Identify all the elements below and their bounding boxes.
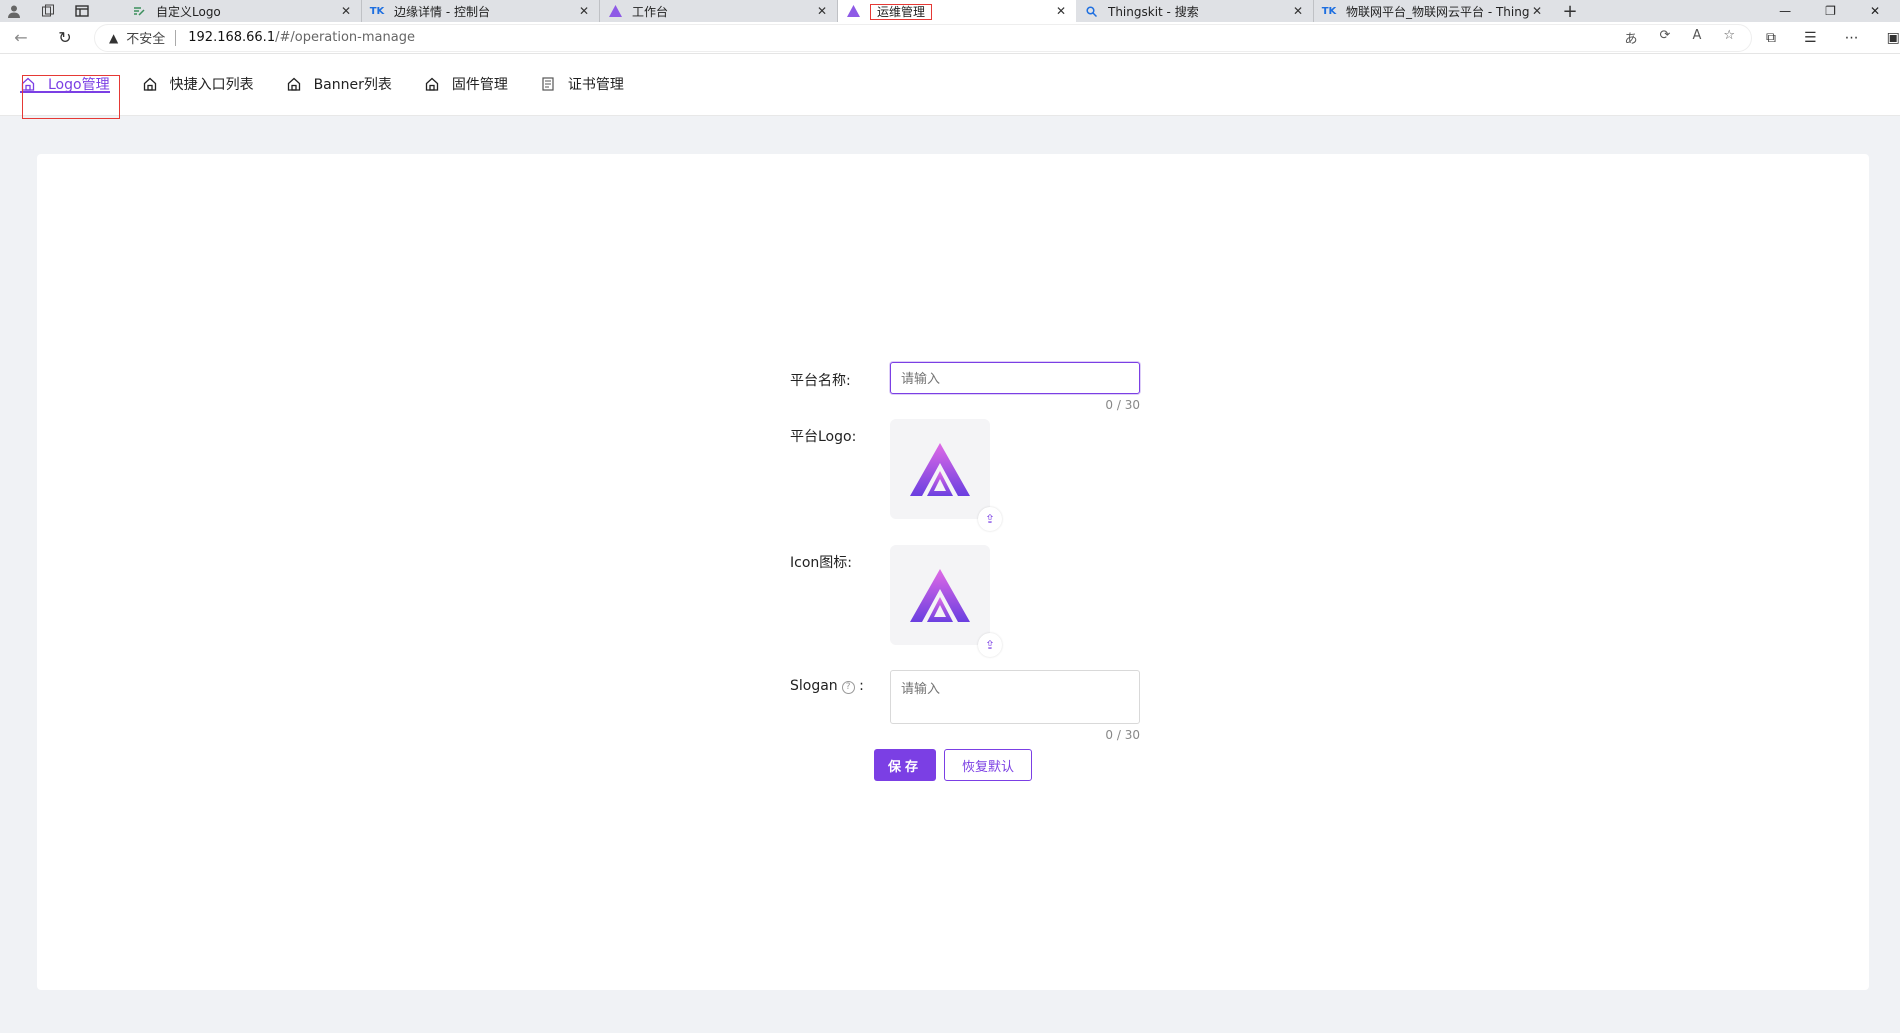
- tab-title: 物联网平台_物联网云平台 - Thingskit: [1346, 4, 1530, 19]
- browser-tab[interactable]: Thingskit - 搜索 ✕: [1076, 0, 1314, 22]
- slogan-label-wrap: Slogan? :: [790, 678, 864, 694]
- address-toolbar: ← ↻ ▲ 不安全 192.168.66.1/#/operation-manag…: [0, 22, 1900, 54]
- slogan-count: 0 / 30: [1105, 728, 1140, 742]
- profile-icon[interactable]: [6, 3, 22, 19]
- minimize-icon[interactable]: —: [1779, 4, 1791, 18]
- menu-item-certificates[interactable]: 证书管理: [540, 53, 624, 115]
- menu-item-firmware[interactable]: 固件管理: [424, 53, 508, 115]
- menu-item-label: 快捷入口列表: [169, 77, 254, 93]
- tab-title: 工作台: [632, 4, 669, 19]
- slogan-textarea[interactable]: [890, 670, 1140, 724]
- more-options-icon[interactable]: ⋯: [1845, 30, 1859, 46]
- window-controls: — ❐ ✕: [1779, 4, 1900, 18]
- browser-tab-active[interactable]: 运维管理 ✕: [838, 0, 1076, 22]
- highlight-box: [22, 75, 120, 119]
- browser-tab[interactable]: TK 边缘详情 - 控制台 ✕: [362, 0, 600, 22]
- platform-logo-label: 平台Logo:: [790, 429, 857, 445]
- menu-item-label: Banner列表: [313, 77, 392, 93]
- platform-logo-upload[interactable]: [890, 419, 990, 519]
- triangle-logo-icon: [608, 4, 622, 18]
- tab-close-icon[interactable]: ✕: [339, 4, 353, 18]
- favorites-icon[interactable]: ☰: [1804, 30, 1817, 46]
- triangle-logo-icon: [846, 4, 860, 18]
- slogan-colon: :: [859, 678, 864, 694]
- restore-icon[interactable]: ❐: [1825, 4, 1836, 18]
- tab-title: 边缘详情 - 控制台: [394, 4, 490, 19]
- tk-icon: TK: [369, 5, 385, 17]
- icon-label: Icon图标:: [790, 555, 852, 571]
- platform-name-count: 0 / 30: [1105, 398, 1140, 412]
- browser-tab[interactable]: TK 物联网平台_物联网云平台 - Thingskit ✕: [1314, 0, 1552, 22]
- url-path: /#/operation-manage: [275, 30, 415, 45]
- home-icon: [424, 76, 440, 92]
- platform-name-label: 平台名称:: [790, 373, 851, 389]
- warning-icon: ▲: [109, 30, 119, 45]
- vertical-tabs-icon[interactable]: [74, 3, 90, 19]
- help-icon[interactable]: ?: [841, 681, 855, 694]
- edit-icon: [132, 4, 146, 18]
- menu-item-banner[interactable]: Banner列表: [286, 53, 392, 115]
- sidebar-icon[interactable]: ▣: [1887, 30, 1900, 46]
- sync-icon[interactable]: ⟳: [1660, 28, 1671, 47]
- tab-close-icon[interactable]: ✕: [1530, 4, 1544, 18]
- close-window-icon[interactable]: ✕: [1870, 4, 1880, 18]
- security-label: 不安全: [126, 32, 166, 47]
- home-icon: [142, 76, 158, 92]
- tab-close-icon[interactable]: ✕: [815, 4, 829, 18]
- tk-icon: TK: [1321, 5, 1337, 17]
- top-menu: Logo管理 快捷入口列表 Banner列表 固件管理 证书管理: [0, 54, 1900, 116]
- document-icon: [540, 76, 556, 92]
- reload-icon[interactable]: ↻: [54, 27, 76, 49]
- icon-upload[interactable]: [890, 545, 990, 645]
- tab-close-icon[interactable]: ✕: [1054, 4, 1068, 18]
- menu-item-label: 固件管理: [451, 77, 508, 93]
- menu-item-shortcuts[interactable]: 快捷入口列表: [142, 53, 254, 115]
- read-aloud-icon[interactable]: A: [1692, 28, 1701, 47]
- browser-tab-strip: 自定义Logo ✕ TK 边缘详情 - 控制台 ✕ 工作台 ✕ 运维管理 ✕ T…: [0, 0, 1900, 22]
- translate-icon[interactable]: あ: [1625, 28, 1638, 47]
- home-icon: [286, 76, 302, 92]
- platform-logo-image: [910, 443, 970, 496]
- platform-name-input[interactable]: [890, 362, 1140, 394]
- new-tab-icon[interactable]: +: [1552, 1, 1588, 22]
- url-actions: あ ⟳ A ☆: [1625, 28, 1751, 47]
- menu-item-label: 证书管理: [567, 77, 624, 93]
- icon-image: [910, 569, 970, 622]
- slogan-label: Slogan: [790, 678, 838, 694]
- extensions-icon[interactable]: ⧉: [1766, 30, 1776, 46]
- upload-logo-icon[interactable]: ⇪: [978, 507, 1002, 531]
- tab-title: Thingskit - 搜索: [1108, 4, 1199, 19]
- tab-strip-controls: [0, 0, 124, 22]
- tab-close-icon[interactable]: ✕: [1291, 4, 1305, 18]
- tab-title: 自定义Logo: [156, 4, 221, 19]
- divider: [175, 29, 177, 46]
- save-button[interactable]: 保存: [874, 749, 936, 781]
- url-host: 192.168.66.1: [188, 30, 276, 45]
- tab-close-icon[interactable]: ✕: [577, 4, 591, 18]
- reset-default-button[interactable]: 恢复默认: [944, 749, 1032, 781]
- toolbar-extensions: ⧉ ☰ ⋯ ▣: [1766, 30, 1900, 46]
- browser-tab[interactable]: 自定义Logo ✕: [124, 0, 362, 22]
- upload-icon-icon[interactable]: ⇪: [978, 633, 1002, 657]
- search-icon: [1084, 4, 1098, 18]
- url-field[interactable]: ▲ 不安全 192.168.66.1/#/operation-manage あ …: [94, 23, 1752, 52]
- favorite-star-icon[interactable]: ☆: [1723, 28, 1735, 47]
- browser-tab[interactable]: 工作台 ✕: [600, 0, 838, 22]
- tab-title: 运维管理: [870, 3, 933, 20]
- back-arrow-icon[interactable]: ←: [10, 27, 32, 49]
- workspaces-icon[interactable]: [40, 3, 56, 19]
